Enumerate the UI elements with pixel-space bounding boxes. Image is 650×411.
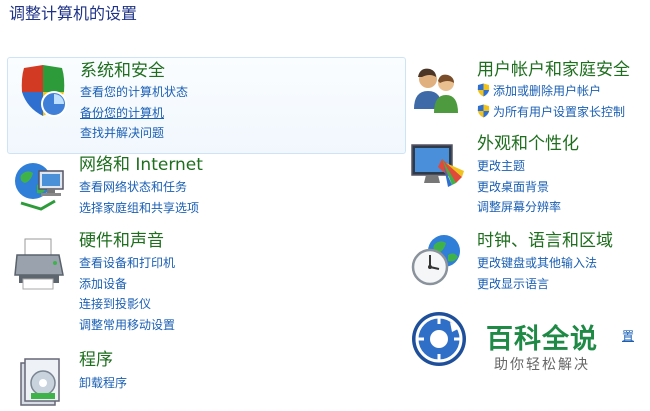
link-add-remove-accounts[interactable]: 添加或删除用户帐户 (477, 81, 625, 102)
link-mobility-settings[interactable]: 调整常用移动设置 (79, 315, 175, 336)
category-network-internet[interactable]: 网络和 Internet 查看网络状态和任务 选择家庭组和共享选项 (7, 153, 404, 223)
network-globe-icon (11, 157, 69, 215)
category-appearance[interactable]: 外观和个性化 更改主题 更改桌面背景 调整屏幕分辨率 (406, 133, 650, 223)
link-change-background[interactable]: 更改桌面背景 (477, 177, 561, 198)
link-devices-printers[interactable]: 查看设备和打印机 (79, 253, 175, 274)
category-system-security[interactable]: 系统和安全 查看您的计算机状态 备份您的计算机 查找并解决问题 (7, 57, 406, 154)
category-hardware-sound[interactable]: 硬件和声音 查看设备和打印机 添加设备 连接到投影仪 调整常用移动设置 (7, 229, 404, 339)
uac-shield-icon (477, 104, 490, 118)
category-title-users[interactable]: 用户帐户和家庭安全 (477, 60, 630, 80)
category-user-accounts[interactable]: 用户帐户和家庭安全 添加或删除用户帐户 为所有用户设置家长控制 (406, 57, 650, 127)
category-title-programs[interactable]: 程序 (79, 350, 113, 370)
uac-shield-icon (477, 83, 490, 97)
link-view-computer-status[interactable]: 查看您的计算机状态 (80, 82, 188, 103)
category-title-appearance[interactable]: 外观和个性化 (477, 134, 579, 154)
link-change-theme[interactable]: 更改主题 (477, 156, 561, 177)
link-label: 为所有用户设置家长控制 (493, 104, 626, 119)
category-title-clock[interactable]: 时钟、语言和区域 (477, 231, 613, 251)
category-title-hardware[interactable]: 硬件和声音 (79, 231, 164, 251)
link-label: 添加或删除用户帐户 (493, 84, 602, 98)
programs-icon (13, 353, 71, 411)
category-clock-language[interactable]: 时钟、语言和区域 更改键盘或其他输入法 更改显示语言 (406, 229, 650, 299)
watermark-subtitle: 助你轻松解决 (490, 354, 594, 374)
link-backup-computer[interactable]: 备份您的计算机 (80, 103, 188, 124)
link-add-device[interactable]: 添加设备 (79, 274, 175, 295)
clock-globe-icon (408, 231, 466, 289)
category-title-network[interactable]: 网络和 Internet (79, 155, 203, 175)
link-display-language[interactable]: 更改显示语言 (477, 274, 597, 295)
watermark-title: 百科全说 (482, 317, 602, 356)
link-find-fix-problems[interactable]: 查找并解决问题 (80, 123, 188, 144)
printer-icon (11, 235, 69, 293)
link-ease-of-access-clipped[interactable]: 置 (622, 327, 634, 344)
category-programs[interactable]: 程序 卸载程序 (7, 347, 404, 407)
link-uninstall-program[interactable]: 卸载程序 (79, 373, 127, 394)
link-homegroup-sharing[interactable]: 选择家庭组和共享选项 (79, 198, 199, 219)
monitor-palette-icon (408, 137, 466, 195)
shield-icon (14, 62, 72, 120)
link-change-keyboard[interactable]: 更改键盘或其他输入法 (477, 253, 597, 274)
link-connect-projector[interactable]: 连接到投影仪 (79, 294, 175, 315)
users-icon (408, 61, 466, 119)
page-title: 调整计算机的设置 (9, 4, 138, 23)
category-title-system[interactable]: 系统和安全 (80, 61, 165, 81)
link-parental-controls[interactable]: 为所有用户设置家长控制 (477, 102, 625, 123)
link-screen-resolution[interactable]: 调整屏幕分辨率 (477, 197, 561, 218)
ease-of-access-icon (410, 310, 468, 368)
watermark: 百科全说 助你轻松解决 (410, 310, 635, 380)
link-view-network-status[interactable]: 查看网络状态和任务 (79, 177, 199, 198)
